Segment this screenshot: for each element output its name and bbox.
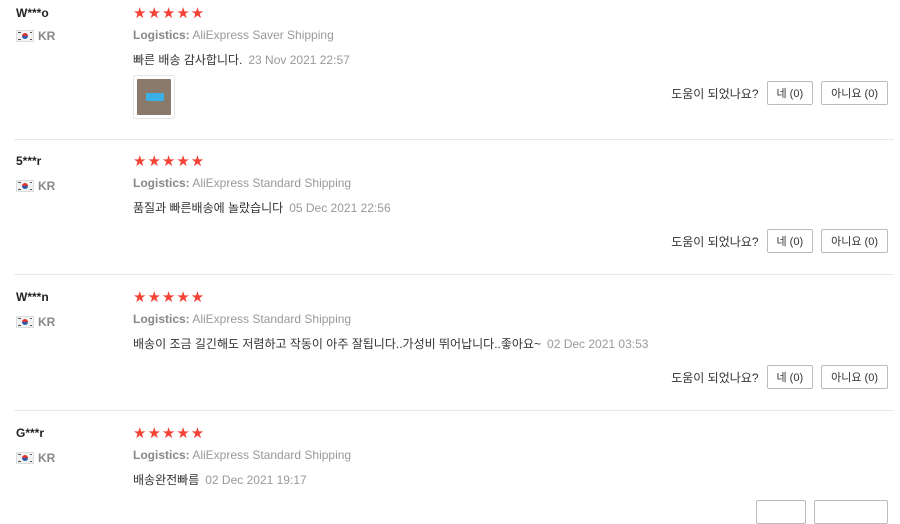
review-divider xyxy=(14,274,894,275)
review-text: 품질과 빠른배송에 놀랐습니다 xyxy=(133,201,284,215)
helpful-feedback: 도움이 되었나요? 네 (0) 아니요 (0) xyxy=(671,365,888,389)
star-rating: ★★★★★ xyxy=(133,289,206,306)
logistics-label: Logistics: xyxy=(133,28,190,42)
logistics-label: Logistics: xyxy=(133,176,190,190)
logistics-value: AliExpress Standard Shipping xyxy=(192,448,352,462)
reviewer-country: KR xyxy=(16,179,55,193)
helpful-no-button[interactable]: 아니요 (0) xyxy=(821,229,888,253)
review-text: 배송이 조금 길긴해도 저렴하고 작동이 아주 잘됩니다..가성비 뛰어납니다.… xyxy=(133,337,542,351)
review-divider xyxy=(14,410,894,411)
logistics-info: Logistics: AliExpress Saver Shipping xyxy=(133,28,334,42)
reviewer-name: W***o xyxy=(16,6,49,20)
review-content: 배송이 조금 길긴해도 저렴하고 작동이 아주 잘됩니다..가성비 뛰어납니다.… xyxy=(133,335,648,352)
reviewer-country: KR xyxy=(16,451,55,465)
logistics-info: Logistics: AliExpress Standard Shipping xyxy=(133,448,351,462)
logistics-info: Logistics: AliExpress Standard Shipping xyxy=(133,312,351,326)
kr-flag-icon xyxy=(16,452,34,464)
star-rating: ★★★★★ xyxy=(133,425,206,442)
review-content: 배송완전빠름 02 Dec 2021 19:17 xyxy=(133,471,307,488)
helpful-question: 도움이 되었나요? xyxy=(671,370,759,385)
helpful-yes-button[interactable]: 네 (0) xyxy=(766,229,814,253)
reviewer-country: KR xyxy=(16,29,55,43)
review-list: W***o KR ★★★★★ Logistics: AliExpress Sav… xyxy=(0,0,900,524)
reviewer-name: 5***r xyxy=(16,154,42,168)
helpful-feedback: 도움이 되었나요? 네 (0) 아니요 (0) xyxy=(671,81,888,105)
helpful-feedback xyxy=(756,500,888,524)
review-text: 배송완전빠름 xyxy=(133,473,200,487)
reviewer-name: W***n xyxy=(16,290,49,304)
product-photo xyxy=(137,79,171,115)
review-content: 빠른 배송 감사합니다. 23 Nov 2021 22:57 xyxy=(133,51,350,68)
kr-flag-icon xyxy=(16,30,34,42)
review-date: 05 Dec 2021 22:56 xyxy=(289,201,391,215)
review-date: 23 Nov 2021 22:57 xyxy=(248,53,350,67)
review-date: 02 Dec 2021 03:53 xyxy=(547,337,649,351)
logistics-label: Logistics: xyxy=(133,448,190,462)
star-rating: ★★★★★ xyxy=(133,153,206,170)
kr-flag-icon xyxy=(16,180,34,192)
review-text: 빠른 배송 감사합니다. xyxy=(133,53,243,67)
helpful-no-button[interactable]: 아니요 (0) xyxy=(821,81,888,105)
review-content: 품질과 빠른배송에 놀랐습니다 05 Dec 2021 22:56 xyxy=(133,199,391,216)
reviewer-country: KR xyxy=(16,315,55,329)
helpful-no-button[interactable] xyxy=(814,500,888,524)
country-code: KR xyxy=(38,29,56,43)
review-divider xyxy=(14,139,894,140)
helpful-question: 도움이 되었나요? xyxy=(671,86,759,101)
helpful-yes-button[interactable] xyxy=(756,500,806,524)
review-date: 02 Dec 2021 19:17 xyxy=(205,473,307,487)
country-code: KR xyxy=(38,179,56,193)
review-image-thumbnail[interactable] xyxy=(133,75,175,119)
logistics-label: Logistics: xyxy=(133,312,190,326)
logistics-value: AliExpress Standard Shipping xyxy=(192,176,352,190)
star-rating: ★★★★★ xyxy=(133,5,206,22)
reviewer-name: G***r xyxy=(16,426,45,440)
logistics-info: Logistics: AliExpress Standard Shipping xyxy=(133,176,351,190)
kr-flag-icon xyxy=(16,316,34,328)
logistics-value: AliExpress Standard Shipping xyxy=(192,312,352,326)
helpful-yes-button[interactable]: 네 (0) xyxy=(766,81,814,105)
helpful-feedback: 도움이 되었나요? 네 (0) 아니요 (0) xyxy=(671,229,888,253)
helpful-yes-button[interactable]: 네 (0) xyxy=(766,365,814,389)
country-code: KR xyxy=(38,315,56,329)
country-code: KR xyxy=(38,451,56,465)
helpful-no-button[interactable]: 아니요 (0) xyxy=(821,365,888,389)
helpful-question: 도움이 되었나요? xyxy=(671,234,759,249)
logistics-value: AliExpress Saver Shipping xyxy=(192,28,334,42)
